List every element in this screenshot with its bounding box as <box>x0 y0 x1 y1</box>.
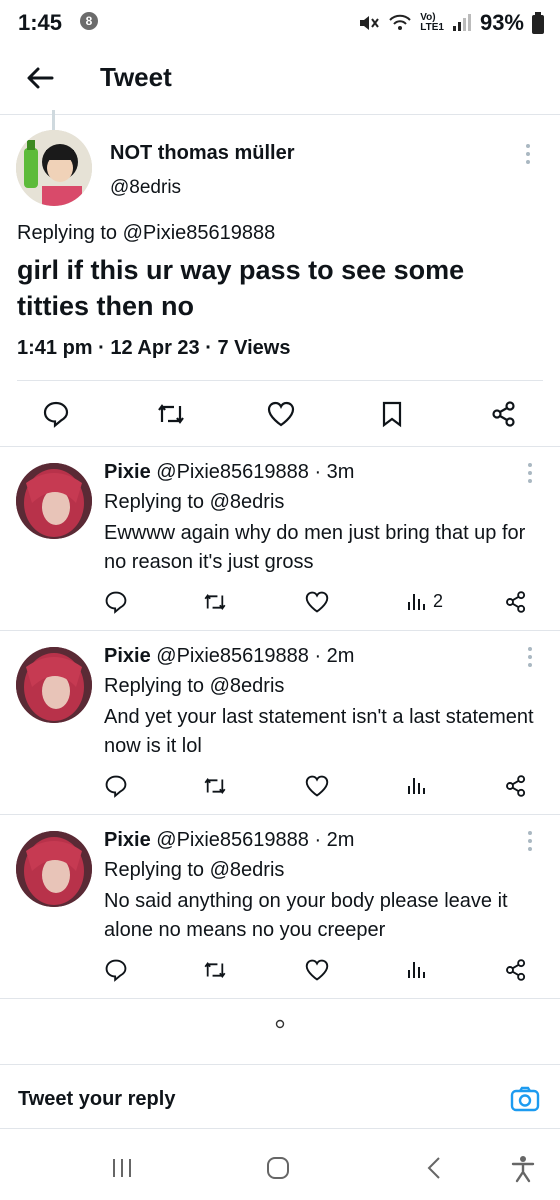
reply-header: Pixie @Pixie85619888 · 2m <box>104 645 354 668</box>
reply-avatar[interactable] <box>16 463 92 539</box>
views-count: 2 <box>433 590 444 611</box>
battery-icon <box>532 12 544 34</box>
like-icon[interactable] <box>266 400 296 428</box>
avatar-photo <box>16 647 92 723</box>
reply-icon[interactable] <box>42 400 70 428</box>
reply-icon[interactable] <box>104 774 128 798</box>
views-counter[interactable] <box>407 958 433 980</box>
share-icon[interactable] <box>504 958 528 982</box>
retweet-icon[interactable] <box>202 590 228 614</box>
accessibility-icon[interactable] <box>511 1155 535 1183</box>
reply-replying-to: Replying to @8edris <box>104 859 285 881</box>
home-icon[interactable] <box>265 1155 291 1181</box>
author-name[interactable]: NOT thomas müller <box>110 142 294 165</box>
reply-text: No said anything on your body please lea… <box>104 890 508 941</box>
thread-line <box>52 110 55 132</box>
page-title: Tweet <box>100 62 172 92</box>
reply-avatar[interactable] <box>16 831 92 907</box>
views-icon <box>408 594 425 610</box>
reply-icon[interactable] <box>104 590 128 614</box>
reply-replying-to: Replying to @8edris <box>104 675 285 697</box>
views-counter[interactable] <box>407 774 433 796</box>
top-app-bar <box>0 48 560 110</box>
tweet-meta: 1:41 pm · 12 Apr 23 · 7 Views <box>17 337 291 359</box>
share-icon[interactable] <box>504 774 528 798</box>
reply-actions <box>104 958 534 984</box>
like-icon[interactable] <box>304 590 330 614</box>
status-bar: 1:45 8 Vo) LTE1 93% <box>0 0 560 48</box>
replying-to-text: Replying to @Pixie85619888 <box>17 222 276 244</box>
views-counter[interactable]: 2 <box>407 590 443 612</box>
more-options-icon[interactable] <box>526 144 532 164</box>
retweet-icon[interactable] <box>202 774 228 798</box>
reply-divider <box>0 998 560 999</box>
reply-text: Ewwww again why do men just bring that u… <box>104 522 526 573</box>
tweet-text: girl if this ur way pass to see some tit… <box>17 255 465 321</box>
wifi-icon <box>389 14 411 30</box>
reply-handle-time: @Pixie85619888 · 2m <box>150 829 355 851</box>
reply-actions: 2 <box>104 590 534 616</box>
bookmark-icon[interactable] <box>380 400 404 428</box>
status-time: 1:45 <box>18 10 63 35</box>
share-icon[interactable] <box>490 400 518 428</box>
reply-actions <box>104 774 534 800</box>
retweet-icon[interactable] <box>202 958 228 982</box>
back-nav-icon[interactable] <box>424 1155 444 1181</box>
reply-header: Pixie @Pixie85619888 · 2m <box>104 829 354 852</box>
reply-header: Pixie @Pixie85619888 · 3m <box>104 461 354 484</box>
like-icon[interactable] <box>304 958 330 982</box>
reply-icon[interactable] <box>104 958 128 982</box>
reply-replying-to: Replying to @8edris <box>104 491 285 513</box>
views-icon <box>408 962 425 978</box>
reply-text: And yet your last statement isn't a last… <box>104 706 534 757</box>
meta-divider <box>17 380 543 381</box>
network-label: Vo) LTE1 <box>420 13 444 33</box>
avatar-photo <box>16 130 92 206</box>
like-icon[interactable] <box>304 774 330 798</box>
reply-tweet[interactable]: Pixie @Pixie85619888 · 3m Replying to @8… <box>0 447 560 630</box>
back-arrow-icon[interactable] <box>24 62 56 94</box>
more-options-icon[interactable] <box>528 463 534 483</box>
reply-author-name[interactable]: Pixie <box>104 829 151 851</box>
reply-author-name[interactable]: Pixie <box>104 461 151 483</box>
author-avatar[interactable] <box>16 130 92 206</box>
reply-tweet[interactable]: Pixie @Pixie85619888 · 2m Replying to @8… <box>0 815 560 998</box>
recent-apps-icon[interactable] <box>110 1157 134 1179</box>
reply-handle-time: @Pixie85619888 · 3m <box>150 461 355 483</box>
network-label-bottom: LTE1 <box>420 22 444 33</box>
avatar-photo <box>16 463 92 539</box>
views-icon <box>408 778 425 794</box>
author-handle[interactable]: @8edris <box>110 177 181 199</box>
retweet-icon[interactable] <box>155 400 187 428</box>
reply-avatar[interactable] <box>16 647 92 723</box>
camera-icon[interactable] <box>510 1085 540 1113</box>
avatar-photo <box>16 831 92 907</box>
loading-indicator-icon <box>275 1019 285 1029</box>
share-icon[interactable] <box>504 590 528 614</box>
more-options-icon[interactable] <box>528 647 534 667</box>
reply-tweet[interactable]: Pixie @Pixie85619888 · 2m Replying to @8… <box>0 631 560 814</box>
header-divider <box>0 114 560 115</box>
mute-icon <box>360 16 380 30</box>
reply-handle-time: @Pixie85619888 · 2m <box>150 645 355 667</box>
system-icons: Vo) LTE1 93% <box>358 10 544 36</box>
nav-divider <box>0 1128 560 1129</box>
reply-input[interactable]: Tweet your reply <box>18 1088 175 1111</box>
reply-author-name[interactable]: Pixie <box>104 645 151 667</box>
reply-box-divider <box>0 1064 560 1065</box>
more-options-icon[interactable] <box>528 831 534 851</box>
battery-percentage: 93% <box>479 10 524 35</box>
notification-badge: 8 <box>80 12 98 30</box>
system-navigation-bar <box>0 1135 560 1200</box>
signal-icon <box>452 14 471 31</box>
